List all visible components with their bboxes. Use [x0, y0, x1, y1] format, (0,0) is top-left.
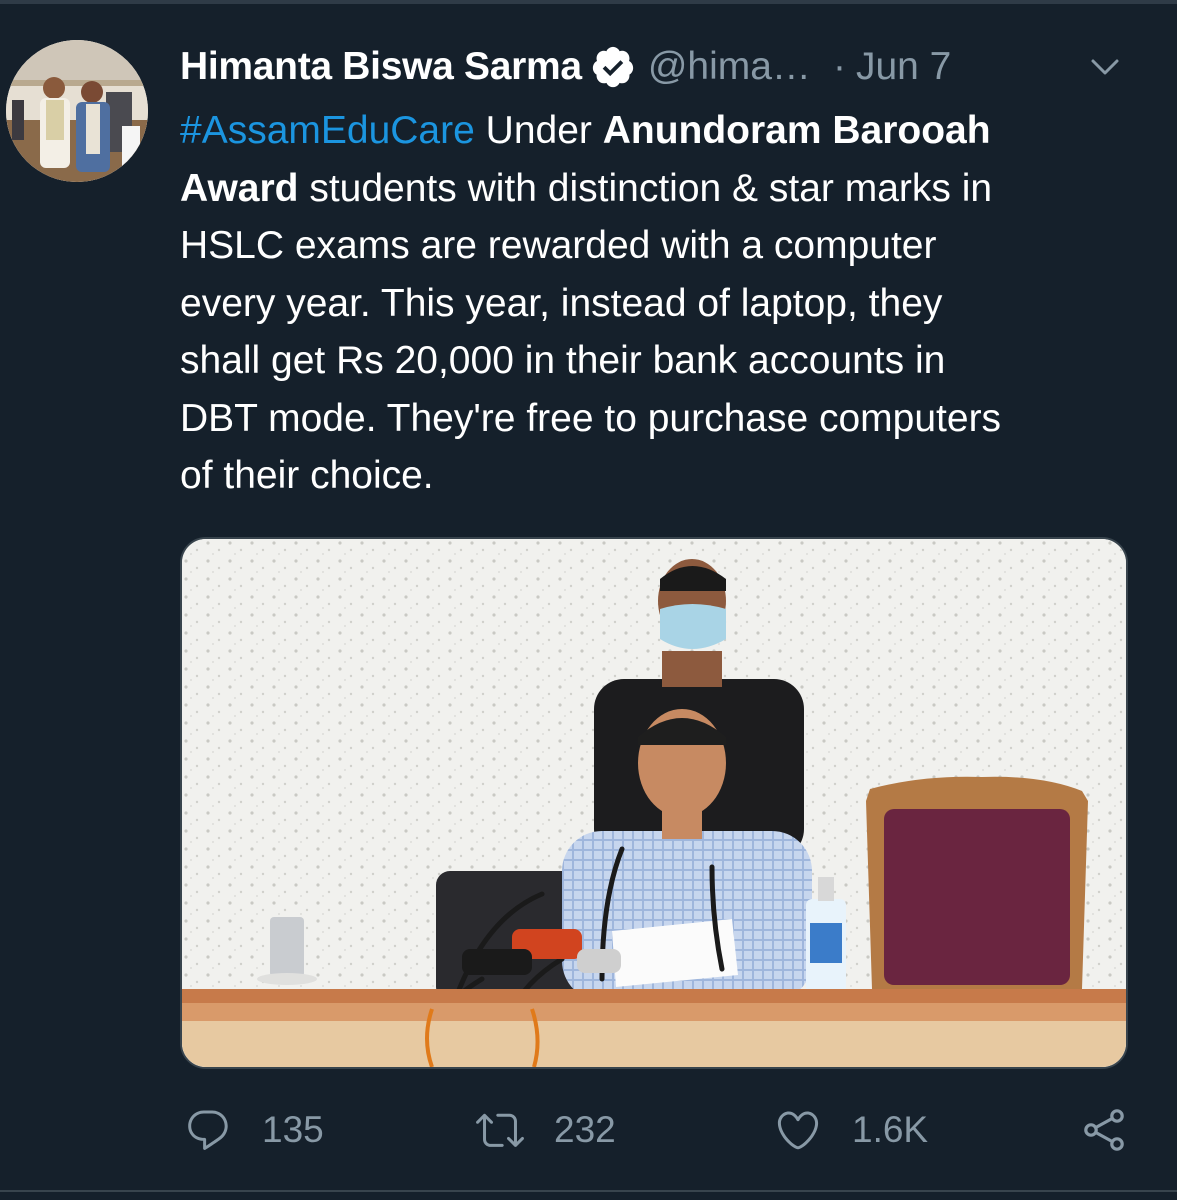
reply-icon	[184, 1106, 232, 1154]
tweet-text-line-2: Award students with distinction & star m…	[180, 166, 993, 210]
retweet-button[interactable]: 232	[476, 1100, 616, 1160]
author-display-name[interactable]: Himanta Biswa Sarma	[180, 45, 582, 89]
bottom-divider	[0, 1190, 1177, 1192]
retweet-icon	[476, 1106, 524, 1154]
verified-badge-icon	[590, 44, 636, 90]
heart-icon	[774, 1106, 822, 1154]
tweet-date[interactable]: Jun 7	[856, 45, 951, 89]
tweet-text-line-3: HSLC exams are rewarded with a computer	[180, 224, 937, 267]
tweet-text: #AssamEduCare Under Anundoram Barooah Aw…	[180, 102, 1140, 505]
retweet-count: 232	[554, 1109, 616, 1150]
top-divider	[0, 0, 1177, 4]
like-count: 1.6K	[852, 1109, 929, 1150]
share-icon	[1080, 1106, 1128, 1154]
share-button[interactable]	[1080, 1100, 1128, 1160]
author-handle[interactable]: @hima…	[648, 45, 811, 89]
tweet-text-line-6: DBT mode. They're free to purchase compu…	[180, 396, 1002, 440]
reply-button[interactable]: 135	[184, 1100, 324, 1160]
hashtag-link[interactable]: #AssamEduCare	[180, 109, 475, 152]
reply-count: 135	[262, 1109, 324, 1150]
tweet-actions: 135 232 1.6K	[0, 1100, 1177, 1160]
like-button[interactable]: 1.6K	[774, 1100, 928, 1160]
tweet-header: Himanta Biswa Sarma @hima… · Jun 7	[180, 44, 951, 90]
more-options-chevron-icon[interactable]	[1088, 52, 1122, 82]
avatar[interactable]	[6, 40, 148, 182]
tweet-photo[interactable]	[180, 537, 1128, 1069]
tweet-text-line-7: of their choice.	[180, 454, 434, 497]
tweet-text-line-1: #AssamEduCare Under Anundoram Barooah	[180, 109, 991, 152]
header-separator: ·	[832, 45, 846, 88]
tweet-text-line-5: shall get Rs 20,000 in their bank accoun…	[180, 339, 946, 382]
tweet-text-line-4: every year. This year, instead of laptop…	[180, 281, 943, 325]
